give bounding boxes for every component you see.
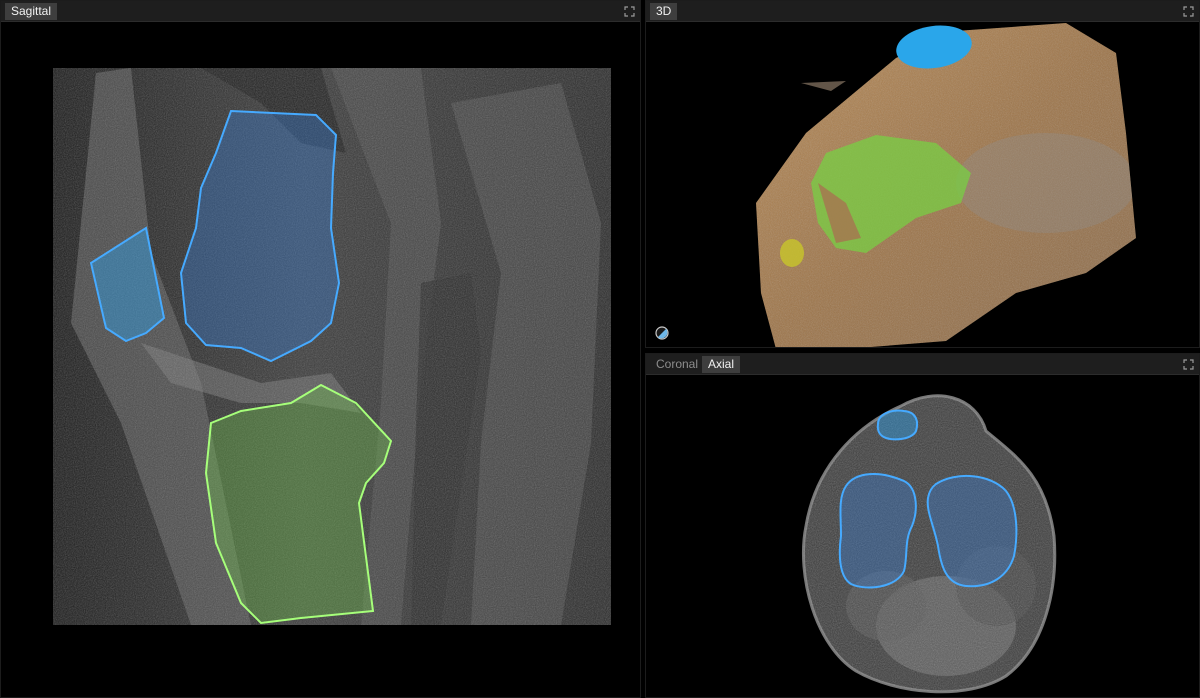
threed-viewport[interactable] — [646, 23, 1199, 347]
tab-3d[interactable]: 3D — [650, 3, 678, 20]
meniscus-3d[interactable] — [780, 239, 804, 267]
threed-titlebar: 3D — [646, 1, 1199, 22]
axial-titlebar: Coronal Axial — [646, 354, 1199, 375]
tab-coronal[interactable]: Coronal — [650, 356, 704, 373]
sagittal-titlebar: Sagittal — [1, 1, 640, 22]
sagittal-mri-image — [53, 68, 611, 625]
sagittal-panel: Sagittal — [0, 0, 641, 698]
volume-render-3d — [655, 23, 1136, 347]
tab-sagittal[interactable]: Sagittal — [5, 3, 58, 20]
half-circle-icon[interactable] — [655, 326, 669, 340]
maximize-icon[interactable] — [623, 5, 636, 18]
threed-panel: 3D — [645, 0, 1200, 348]
maximize-icon[interactable] — [1182, 358, 1195, 371]
axial-viewport[interactable] — [646, 376, 1199, 697]
tab-axial[interactable]: Axial — [702, 356, 741, 373]
axial-panel: Coronal Axial — [645, 353, 1200, 698]
patella-segmentation-axial[interactable] — [876, 409, 919, 441]
femur-condyle-left[interactable] — [838, 473, 917, 589]
sagittal-viewport[interactable] — [1, 23, 640, 697]
maximize-icon[interactable] — [1182, 5, 1195, 18]
axial-mri-image — [802, 394, 1057, 694]
